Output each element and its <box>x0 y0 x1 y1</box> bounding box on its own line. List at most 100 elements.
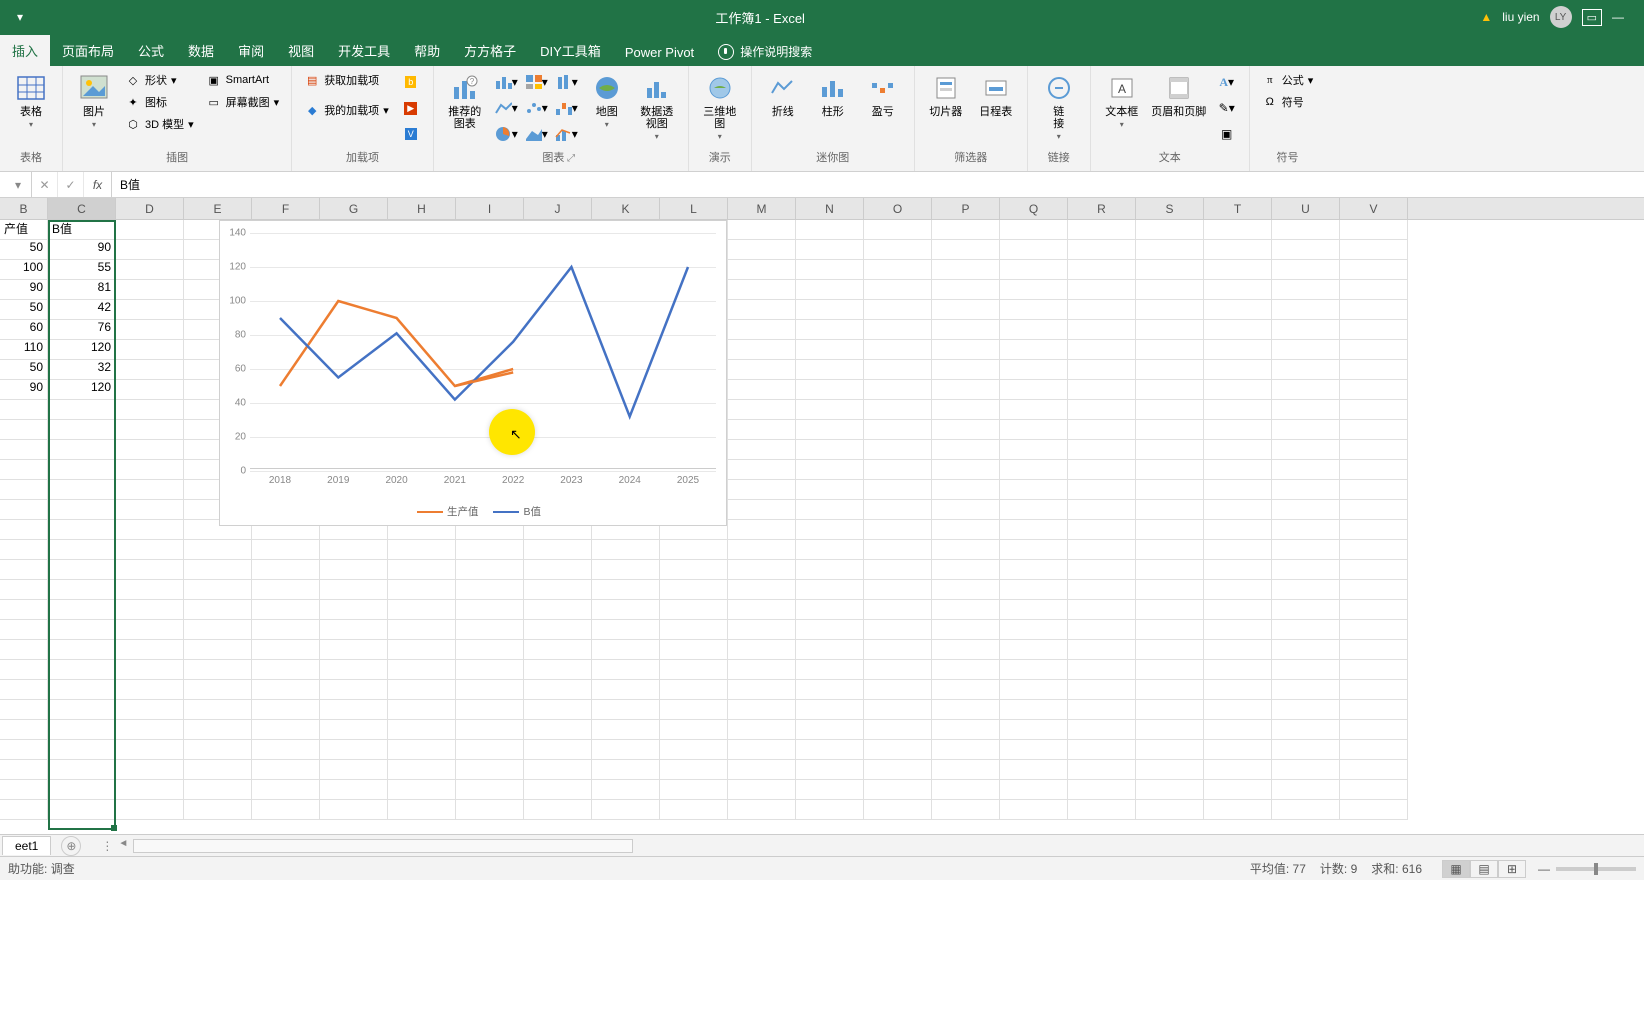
cell[interactable] <box>1136 300 1204 320</box>
textbox-button[interactable]: A文本框▾ <box>1099 70 1145 131</box>
cell[interactable] <box>1000 540 1068 560</box>
cell[interactable] <box>932 320 1000 340</box>
cell[interactable]: 76 <box>48 320 116 340</box>
col-header-K[interactable]: K <box>592 198 660 219</box>
cell[interactable] <box>1068 640 1136 660</box>
cell[interactable] <box>1068 560 1136 580</box>
cell[interactable] <box>932 420 1000 440</box>
recommended-charts-button[interactable]: ? 推荐的 图表 <box>442 70 488 132</box>
cell[interactable] <box>932 500 1000 520</box>
cell[interactable] <box>864 300 932 320</box>
cell[interactable] <box>1272 760 1340 780</box>
column-chart-button[interactable]: ▾ <box>492 70 520 94</box>
cell[interactable] <box>1204 800 1272 820</box>
cell[interactable] <box>116 560 184 580</box>
header-footer-button[interactable]: 页眉和页脚 <box>1149 70 1209 120</box>
cell[interactable] <box>728 240 796 260</box>
cell[interactable] <box>1204 260 1272 280</box>
cell[interactable] <box>728 420 796 440</box>
cell[interactable] <box>1272 280 1340 300</box>
cell[interactable] <box>48 740 116 760</box>
cell[interactable] <box>864 460 932 480</box>
cell[interactable] <box>796 260 864 280</box>
cell[interactable] <box>1272 220 1340 240</box>
shapes-button[interactable]: ◇形状 ▾ <box>121 70 198 90</box>
cell[interactable] <box>1000 480 1068 500</box>
cell[interactable] <box>1068 480 1136 500</box>
cell[interactable] <box>1204 320 1272 340</box>
cell[interactable]: 42 <box>48 300 116 320</box>
formula-input[interactable]: B值 <box>112 172 1644 197</box>
cell[interactable] <box>1000 320 1068 340</box>
cell[interactable] <box>388 620 456 640</box>
cell[interactable] <box>796 600 864 620</box>
cell[interactable] <box>728 760 796 780</box>
cell[interactable] <box>660 560 728 580</box>
qat-dropdown[interactable]: ▾ <box>0 10 40 24</box>
cell[interactable] <box>116 600 184 620</box>
cell[interactable] <box>1272 500 1340 520</box>
cell[interactable] <box>1068 660 1136 680</box>
cell[interactable] <box>116 720 184 740</box>
cell[interactable] <box>116 400 184 420</box>
cell[interactable] <box>48 700 116 720</box>
col-header-S[interactable]: S <box>1136 198 1204 219</box>
cell[interactable] <box>864 520 932 540</box>
cell[interactable] <box>1068 340 1136 360</box>
cell[interactable] <box>1204 400 1272 420</box>
cell[interactable] <box>524 760 592 780</box>
cell[interactable] <box>1340 400 1408 420</box>
cell[interactable] <box>1340 760 1408 780</box>
cell[interactable] <box>796 280 864 300</box>
view-normal-button[interactable]: ▦ <box>1442 860 1470 878</box>
cell[interactable] <box>1068 520 1136 540</box>
cell[interactable] <box>48 580 116 600</box>
user-name[interactable]: liu yien <box>1502 10 1539 24</box>
cell[interactable] <box>592 580 660 600</box>
cell[interactable] <box>1068 400 1136 420</box>
symbol-button[interactable]: Ω符号 <box>1258 92 1318 112</box>
cell[interactable] <box>932 680 1000 700</box>
cell[interactable] <box>0 760 48 780</box>
cell[interactable] <box>1204 520 1272 540</box>
cell[interactable] <box>116 580 184 600</box>
cell[interactable] <box>184 700 252 720</box>
cell[interactable] <box>1272 360 1340 380</box>
tell-me[interactable]: 操作说明搜索 <box>706 37 824 66</box>
tab-powerpivot[interactable]: Power Pivot <box>613 39 706 66</box>
cell[interactable] <box>48 640 116 660</box>
col-header-F[interactable]: F <box>252 198 320 219</box>
cell[interactable] <box>252 620 320 640</box>
cell[interactable] <box>1068 760 1136 780</box>
surface-chart-button[interactable]: ▾ <box>522 122 550 146</box>
cell[interactable] <box>1204 760 1272 780</box>
cell[interactable] <box>252 760 320 780</box>
cell[interactable] <box>932 300 1000 320</box>
cell[interactable] <box>864 380 932 400</box>
cell[interactable] <box>184 540 252 560</box>
cell[interactable] <box>48 620 116 640</box>
cell[interactable] <box>932 800 1000 820</box>
cell[interactable] <box>456 640 524 660</box>
cell[interactable] <box>1000 360 1068 380</box>
cell[interactable] <box>1068 720 1136 740</box>
cell[interactable] <box>1204 780 1272 800</box>
cell[interactable] <box>728 800 796 820</box>
cell[interactable] <box>1136 600 1204 620</box>
zoom-out-button[interactable]: — <box>1538 862 1550 876</box>
cell[interactable] <box>116 260 184 280</box>
cell[interactable] <box>524 620 592 640</box>
cell[interactable] <box>320 780 388 800</box>
tab-diy[interactable]: DIY工具箱 <box>528 35 613 66</box>
cell[interactable] <box>660 580 728 600</box>
cell[interactable] <box>864 780 932 800</box>
cell[interactable] <box>1068 280 1136 300</box>
cell[interactable] <box>796 800 864 820</box>
hscroll-track[interactable] <box>133 839 633 853</box>
cell[interactable] <box>524 540 592 560</box>
table-row[interactable] <box>0 600 1644 620</box>
cell[interactable] <box>728 780 796 800</box>
cell[interactable] <box>864 340 932 360</box>
cell[interactable] <box>1340 320 1408 340</box>
cell[interactable] <box>1000 340 1068 360</box>
